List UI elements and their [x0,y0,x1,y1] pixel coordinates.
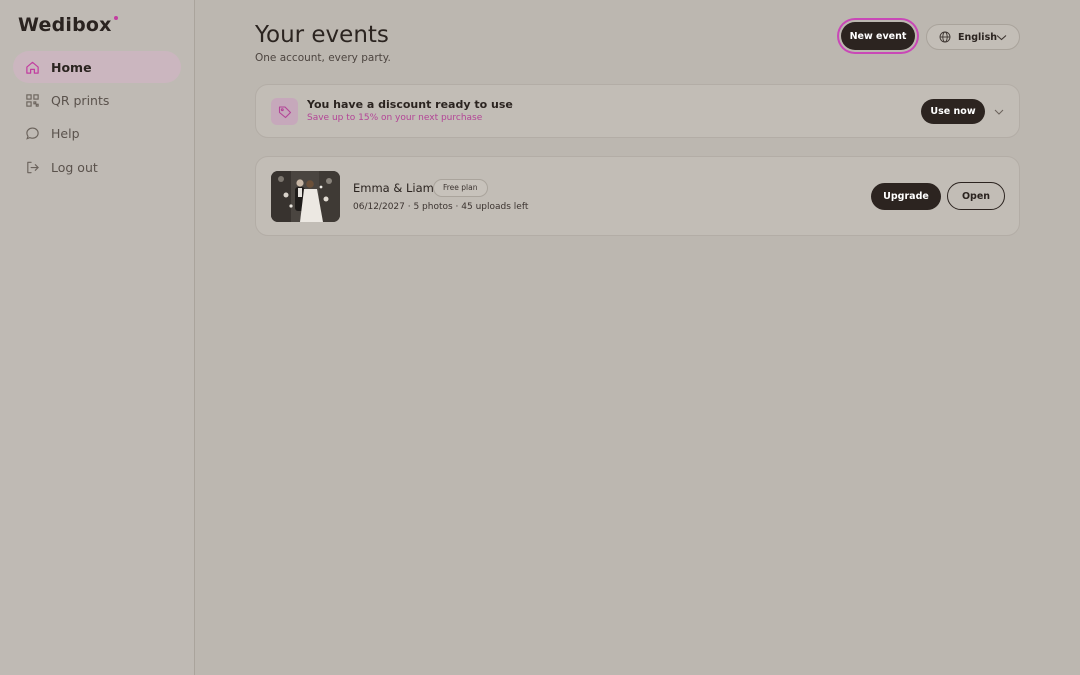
discount-title: You have a discount ready to use [307,98,513,111]
new-event-button[interactable]: New event [841,22,915,50]
event-meta: 06/12/2027 · 5 photos · 45 uploads left [353,202,529,212]
sidebar-item-home[interactable]: Home [13,51,181,83]
sidebar-item-qr-prints[interactable]: QR prints [13,84,181,116]
qr-code-icon [24,92,40,108]
sidebar: Wedibox Home QR prints Help Log out [0,0,195,675]
chevron-down-icon[interactable] [994,108,1004,116]
brand-logo[interactable]: Wedibox [18,14,118,36]
language-label: English [958,31,997,43]
upgrade-button[interactable]: Upgrade [871,183,941,210]
globe-icon [939,31,951,43]
app-root: Wedibox Home QR prints Help Log out Your… [0,0,1080,675]
event-thumbnail [271,171,340,222]
main-content: Your events One account, every party. Ne… [195,0,1080,675]
chat-bubble-icon [24,126,40,142]
brand-dot [113,16,118,20]
tag-icon [271,98,298,125]
sidebar-item-label: Log out [51,159,98,175]
use-now-button[interactable]: Use now [921,99,985,124]
language-selector[interactable]: English [926,24,1020,50]
home-icon [24,59,40,75]
event-title: Emma & Liam [353,181,434,195]
plan-badge: Free plan [433,179,488,197]
discount-banner: You have a discount ready to use Save up… [255,84,1020,138]
page-subtitle: One account, every party. [255,52,391,64]
sidebar-item-log-out[interactable]: Log out [13,151,181,183]
discount-subtitle: Save up to 15% on your next purchase [307,113,483,123]
sidebar-item-help[interactable]: Help [13,118,181,150]
sidebar-item-label: Help [51,126,80,142]
sidebar-item-label: Home [51,59,92,75]
sidebar-nav: Home QR prints Help Log out [13,51,181,185]
page-title: Your events [255,22,389,48]
open-event-button[interactable]: Open [947,182,1005,210]
sidebar-item-label: QR prints [51,92,110,108]
brand-name: Wedibox [18,14,112,36]
chevron-down-icon [996,35,1007,41]
logout-icon [24,159,40,175]
event-card[interactable]: Emma & Liam Free plan 06/12/2027 · 5 pho… [255,156,1020,236]
